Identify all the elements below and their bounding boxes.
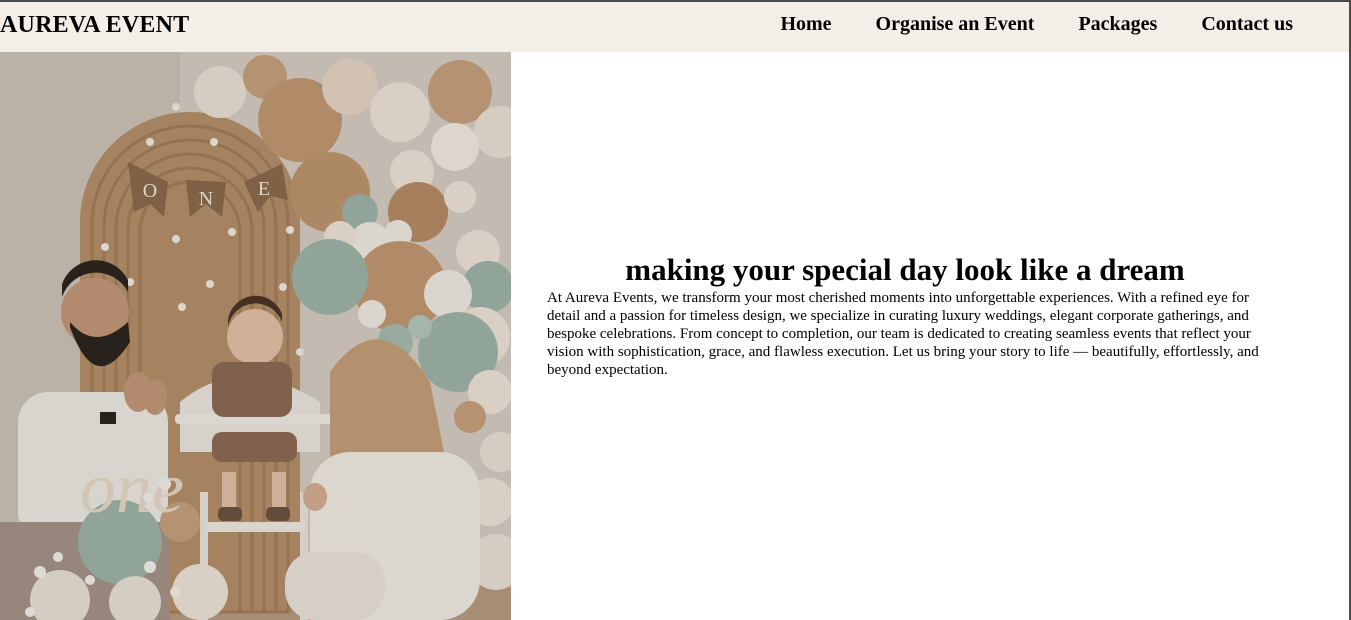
main-nav: Home Organise an Event Packages Contact … xyxy=(780,12,1293,36)
hero-photo: O N E one xyxy=(0,52,511,620)
site-header: AUREVA EVENT Home Organise an Event Pack… xyxy=(0,2,1349,52)
hero-headline: making your special day look like a drea… xyxy=(625,252,1185,287)
nav-organise-event-link[interactable]: Organise an Event xyxy=(876,12,1035,36)
nav-contact-link[interactable]: Contact us xyxy=(1201,12,1293,36)
nav-packages-link[interactable]: Packages xyxy=(1078,12,1157,36)
hero-content: making your special day look like a drea… xyxy=(547,252,1262,379)
nav-home-link[interactable]: Home xyxy=(780,12,831,36)
brand-logo[interactable]: AUREVA EVENT xyxy=(0,12,189,38)
hero-description: At Aureva Events, we transform your most… xyxy=(547,290,1259,378)
